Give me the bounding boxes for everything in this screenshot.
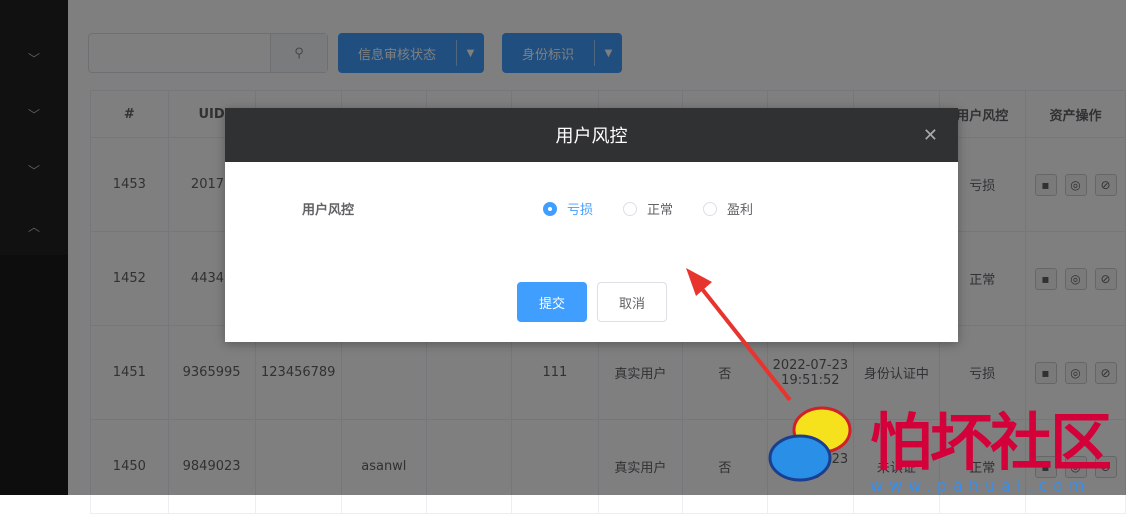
watermark-text: 怕坏社区 [870, 406, 1112, 479]
watermark-url: www.pahuai.com [870, 476, 1091, 495]
watermark-logo: 怕坏社区 www.pahuai.com [760, 390, 1112, 495]
fish-logo-icon [768, 406, 852, 482]
